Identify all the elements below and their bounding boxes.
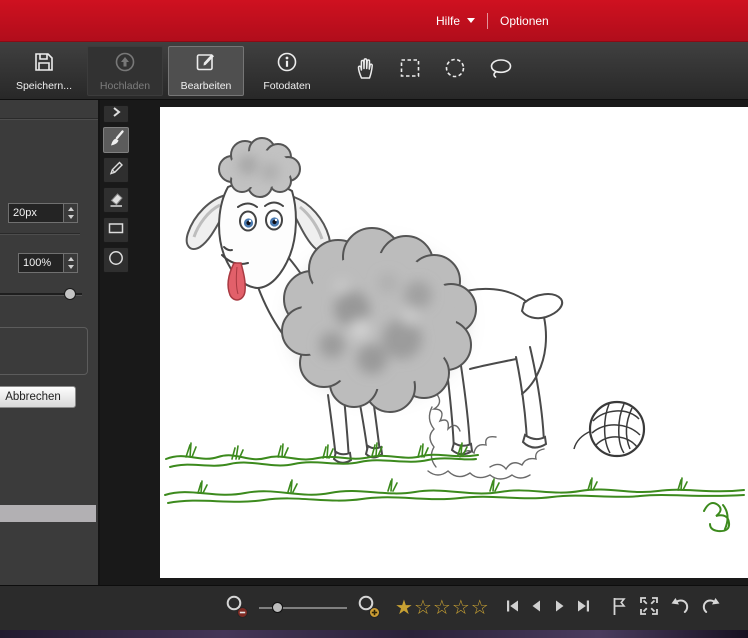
save-icon <box>32 50 56 77</box>
rectangle-icon <box>107 219 125 242</box>
stepper-up-icon <box>68 207 74 211</box>
panel-divider <box>0 118 98 119</box>
magnifier-minus-icon <box>224 593 250 624</box>
stepper-down-icon <box>68 265 74 269</box>
flag-button[interactable] <box>609 595 629 622</box>
chevron-down-icon <box>467 18 475 23</box>
pan-tool-button[interactable] <box>354 57 376 84</box>
panel-divider <box>0 233 80 234</box>
ellipse-icon <box>107 249 125 272</box>
first-icon <box>504 597 520 620</box>
star-4[interactable]: ☆ <box>452 598 470 618</box>
edit-button[interactable]: Bearbeiten <box>168 46 244 96</box>
zoom-out-button[interactable] <box>224 593 250 624</box>
stepper-down-icon <box>68 215 74 219</box>
drawing-tool-palette <box>103 105 129 273</box>
workspace: Abbrechen <box>0 100 748 585</box>
flag-icon <box>609 595 629 622</box>
palette-expand-button[interactable] <box>103 105 129 123</box>
brush-size-input[interactable] <box>8 203 64 223</box>
cancel-button[interactable]: Abbrechen <box>0 386 76 408</box>
eraser-icon <box>107 189 125 212</box>
lasso-select-tool-button[interactable] <box>489 56 513 85</box>
desktop-background-strip <box>0 630 748 638</box>
previous-image-button[interactable] <box>528 597 544 620</box>
slider-knob[interactable] <box>272 602 283 613</box>
image-navigation <box>504 597 592 620</box>
zoom-slider[interactable] <box>259 601 347 615</box>
star-3[interactable]: ☆ <box>433 598 451 618</box>
redo-button[interactable] <box>700 595 722 622</box>
selection-tools <box>354 56 513 85</box>
photo-editor-window: Hilfe Optionen Speichern... Hochladen Be… <box>0 0 748 638</box>
brush-size-row <box>8 203 78 223</box>
star-2[interactable]: ☆ <box>414 598 432 618</box>
pencil-tool-button[interactable] <box>103 157 129 183</box>
menu-separator <box>487 13 488 29</box>
lasso-icon <box>489 56 513 85</box>
edit-button-label: Bearbeiten <box>181 80 232 92</box>
hand-icon <box>354 57 376 84</box>
upload-button[interactable]: Hochladen <box>87 46 163 96</box>
eraser-tool-button[interactable] <box>103 187 129 213</box>
panel-list-item <box>0 505 96 522</box>
pencil-icon <box>107 159 125 182</box>
previous-icon <box>528 597 544 620</box>
redo-icon <box>700 595 722 622</box>
info-icon <box>275 50 299 77</box>
title-bar: Hilfe Optionen <box>0 0 748 42</box>
upload-icon <box>113 50 137 77</box>
undo-icon <box>669 595 691 622</box>
fullscreen-icon <box>638 595 660 622</box>
slider-knob[interactable] <box>64 288 76 300</box>
help-menu[interactable]: Hilfe <box>428 9 483 33</box>
options-menu[interactable]: Optionen <box>492 9 557 33</box>
upload-button-label: Hochladen <box>100 80 150 92</box>
help-menu-label: Hilfe <box>436 14 460 28</box>
opacity-input[interactable] <box>18 253 64 273</box>
star-1[interactable]: ★ <box>395 598 413 618</box>
fullscreen-button[interactable] <box>638 595 660 622</box>
options-group-box <box>0 327 88 375</box>
next-icon <box>552 597 568 620</box>
stepper-up-icon <box>68 257 74 261</box>
rectangle-tool-button[interactable] <box>103 217 129 243</box>
next-image-button[interactable] <box>552 597 568 620</box>
photodata-button[interactable]: Fotodaten <box>249 46 325 96</box>
dashed-rectangle-icon <box>399 57 421 84</box>
zoom-in-button[interactable] <box>356 593 382 624</box>
photodata-button-label: Fotodaten <box>263 80 310 92</box>
tool-options-panel: Abbrechen <box>0 100 100 585</box>
star-rating: ★☆☆☆☆ <box>395 598 489 618</box>
opacity-slider[interactable] <box>0 288 82 300</box>
main-toolbar: Speichern... Hochladen Bearbeiten Fotoda… <box>0 42 748 100</box>
sheep-drawing <box>160 107 748 578</box>
options-menu-label: Optionen <box>500 14 549 28</box>
magnifier-plus-icon <box>356 593 382 624</box>
chevron-right-icon <box>109 105 123 124</box>
status-bar: ★☆☆☆☆ <box>0 585 748 630</box>
last-image-button[interactable] <box>576 597 592 620</box>
brush-tool-button[interactable] <box>103 127 129 153</box>
undo-button[interactable] <box>669 595 691 622</box>
ellipse-tool-button[interactable] <box>103 247 129 273</box>
save-button[interactable]: Speichern... <box>6 46 82 96</box>
rect-select-tool-button[interactable] <box>399 57 421 84</box>
dashed-ellipse-icon <box>444 57 466 84</box>
save-button-label: Speichern... <box>16 80 72 92</box>
opacity-row <box>18 253 78 273</box>
brush-icon <box>107 129 125 152</box>
edit-icon <box>194 50 218 77</box>
drawing-canvas[interactable] <box>160 107 748 578</box>
opacity-stepper[interactable] <box>64 253 78 273</box>
first-image-button[interactable] <box>504 597 520 620</box>
ellipse-select-tool-button[interactable] <box>444 57 466 84</box>
brush-size-stepper[interactable] <box>64 203 78 223</box>
last-icon <box>576 597 592 620</box>
star-5[interactable]: ☆ <box>471 598 489 618</box>
